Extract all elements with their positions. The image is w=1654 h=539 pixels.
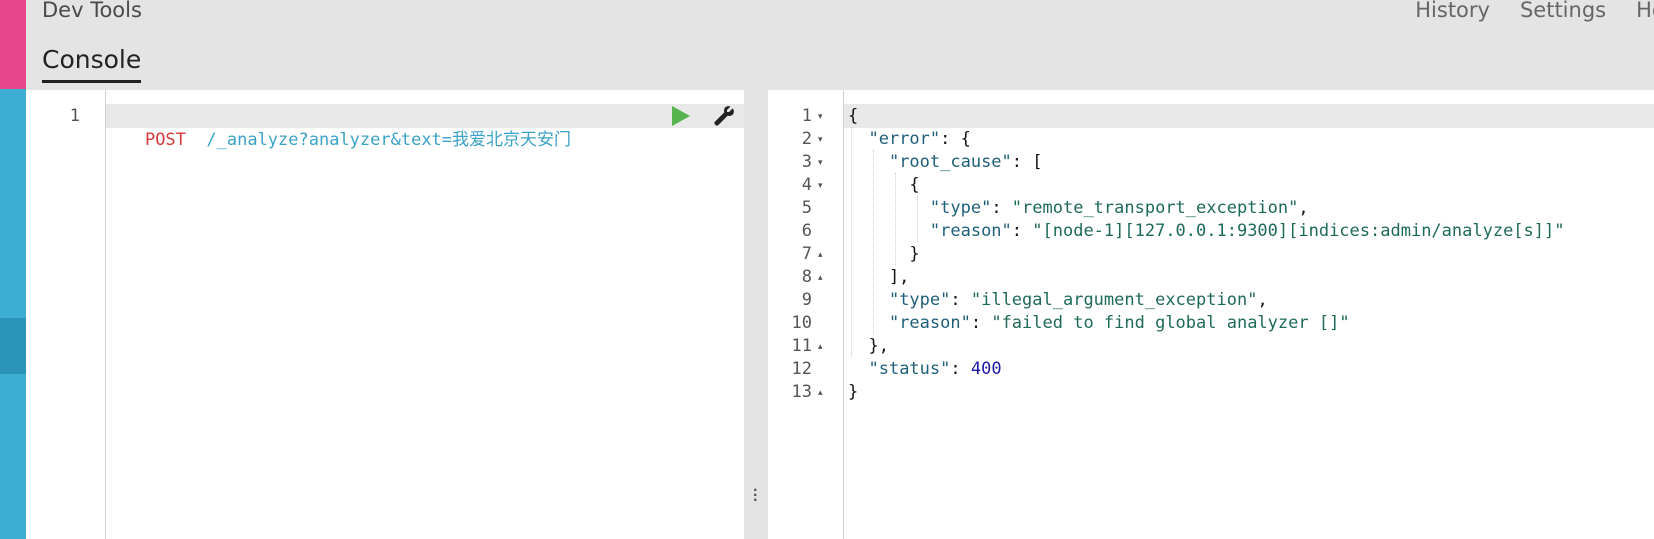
request-url: /_analyze?analyzer&text=我爱北京天安门 — [206, 130, 572, 150]
app-title: Dev Tools — [42, 0, 142, 22]
line-number: 13 — [791, 382, 812, 402]
json-line[interactable]: }, — [848, 334, 888, 358]
pane-resizer[interactable]: · · · — [744, 90, 768, 539]
fold-expand-icon[interactable]: ▴ — [818, 242, 823, 266]
line-number: 6 — [801, 221, 812, 241]
nav-logo-block[interactable] — [0, 0, 26, 89]
json-key: "status" — [868, 359, 951, 379]
help-link[interactable]: Help — [1636, 0, 1654, 22]
line-number: 11 — [791, 336, 812, 356]
json-key: "type" — [929, 198, 992, 218]
json-string: "[node-1][127.0.0.1:9300][indices:admin/… — [1032, 221, 1565, 241]
side-nav-strip — [0, 0, 26, 539]
json-line[interactable]: "root_cause": [ — [848, 150, 1043, 174]
json-brace: { — [848, 106, 859, 126]
fold-expand-icon[interactable]: ▴ — [818, 265, 823, 289]
line-number: 9 — [801, 290, 812, 310]
request-gutter — [42, 90, 106, 539]
request-editor[interactable]: 1 POST /_analyze?analyzer&text=我爱北京天安门 — [42, 90, 744, 539]
line-number: 1 — [69, 106, 80, 126]
json-key: "root_cause" — [888, 152, 1012, 172]
json-key: "type" — [888, 290, 951, 310]
top-nav: History Settings Help — [1385, 0, 1654, 22]
json-line[interactable]: "error": { — [848, 127, 970, 151]
line-number: 4 — [801, 175, 812, 195]
json-key: "error" — [868, 129, 941, 149]
fold-collapse-icon[interactable]: ▾ — [818, 150, 823, 174]
fold-expand-icon[interactable]: ▴ — [818, 380, 823, 404]
json-string: "failed to find global analyzer []" — [991, 313, 1350, 333]
json-line[interactable]: { — [848, 173, 919, 197]
line-number: 3 — [801, 152, 812, 172]
json-line[interactable]: { — [848, 104, 858, 128]
request-line[interactable]: POST /_analyze?analyzer&text=我爱北京天安门 — [104, 104, 571, 150]
json-string: "illegal_argument_exception" — [970, 290, 1258, 310]
fold-expand-icon[interactable]: ▴ — [818, 334, 823, 358]
json-key: "reason" — [929, 221, 1012, 241]
fold-collapse-icon[interactable]: ▾ — [818, 127, 823, 151]
json-line[interactable]: } — [848, 242, 919, 266]
line-number: 12 — [791, 359, 812, 379]
json-number: 400 — [970, 359, 1002, 379]
json-line[interactable]: ], — [848, 265, 909, 289]
line-number: 7 — [801, 244, 812, 264]
play-icon[interactable] — [672, 106, 690, 126]
wrench-icon[interactable] — [712, 104, 736, 128]
json-line[interactable]: "type": "remote_transport_exception", — [848, 196, 1309, 220]
active-line-highlight — [768, 104, 1654, 128]
json-line[interactable]: "reason": "failed to find global analyze… — [848, 311, 1350, 335]
json-line[interactable]: "reason": "[node-1][127.0.0.1:9300][indi… — [848, 219, 1565, 243]
line-number: 2 — [801, 129, 812, 149]
fold-collapse-icon[interactable]: ▾ — [818, 173, 823, 197]
nav-active-item[interactable] — [0, 318, 26, 374]
page-header: Dev Tools History Settings Help Console — [26, 0, 1654, 90]
response-editor[interactable]: 1 2 3 4 5 6 7 8 9 10 11 12 13 ▾ ▾ ▾ ▾ ▴ … — [768, 90, 1654, 539]
json-line[interactable]: } — [848, 380, 858, 404]
json-key: "reason" — [888, 313, 971, 333]
request-method: POST — [144, 130, 186, 150]
json-line[interactable]: "type": "illegal_argument_exception", — [848, 288, 1268, 312]
fold-collapse-icon[interactable]: ▾ — [818, 104, 823, 128]
line-number: 10 — [791, 313, 812, 333]
tab-console[interactable]: Console — [42, 45, 142, 83]
history-link[interactable]: History — [1415, 0, 1490, 22]
vertical-dots-icon[interactable]: · · · — [753, 483, 758, 509]
json-line[interactable]: "status": 400 — [848, 357, 1002, 381]
line-number: 5 — [801, 198, 812, 218]
json-string: "remote_transport_exception" — [1011, 198, 1299, 218]
line-number: 8 — [801, 267, 812, 287]
line-number: 1 — [801, 106, 812, 126]
settings-link[interactable]: Settings — [1520, 0, 1606, 22]
